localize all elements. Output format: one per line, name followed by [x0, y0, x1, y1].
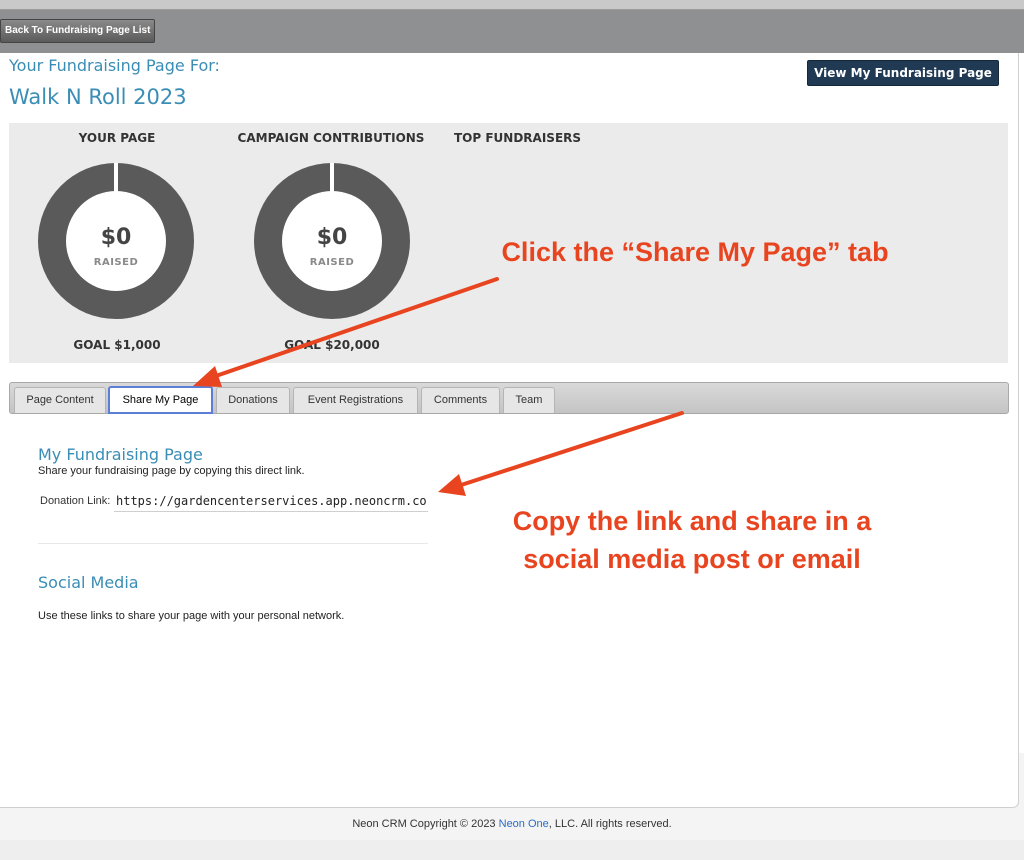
top-fundraisers-heading: TOP FUNDRAISERS: [454, 131, 582, 145]
tab-bar: Page Content Share My Page Donations Eve…: [9, 382, 1009, 414]
campaign-title: Walk N Roll 2023: [9, 85, 187, 109]
your-page-amount: $0: [100, 225, 132, 250]
footer: Neon CRM Copyright © 2023 Neon One, LLC.…: [0, 818, 1024, 830]
bottom-strip: [0, 840, 1024, 860]
annotation-callout-link-line2: social media post or email: [523, 544, 861, 574]
neon-one-link[interactable]: Neon One: [499, 818, 549, 830]
donation-link-label: Donation Link:: [40, 495, 111, 507]
campaign-heading: CAMPAIGN CONTRIBUTIONS: [237, 131, 425, 145]
tab-event-registrations[interactable]: Event Registrations: [293, 387, 418, 413]
browser-strip: [0, 0, 1024, 10]
annotation-callout-tab: Click the “Share My Page” tab: [501, 237, 889, 267]
top-toolbar: Back To Fundraising Page List: [0, 0, 1024, 53]
right-edge: [1019, 53, 1024, 753]
section-divider: [38, 543, 428, 544]
footer-prefix: Neon CRM Copyright © 2023: [352, 818, 499, 830]
tab-donations[interactable]: Donations: [216, 387, 290, 413]
my-fundraising-page-title: My Fundraising Page: [38, 445, 203, 464]
social-media-title: Social Media: [38, 573, 139, 592]
tab-share-my-page[interactable]: Share My Page: [108, 386, 213, 414]
page-pre-title: Your Fundraising Page For:: [9, 56, 220, 75]
annotation-callout-link-line1: Copy the link and share in a: [512, 506, 872, 536]
donation-link-field[interactable]: [114, 490, 428, 512]
back-to-list-button[interactable]: Back To Fundraising Page List: [0, 19, 156, 43]
footer-suffix: , LLC. All rights reserved.: [548, 818, 672, 830]
campaign-donut: $0 RAISED: [254, 163, 410, 319]
main-panel: Your Fundraising Page For: Walk N Roll 2…: [0, 53, 1019, 808]
share-description: Share your fundraising page by copying t…: [38, 465, 305, 477]
tab-team[interactable]: Team: [503, 387, 555, 413]
your-page-heading: YOUR PAGE: [78, 131, 156, 145]
tab-page-content[interactable]: Page Content: [14, 387, 106, 413]
your-page-donut: $0 RAISED: [38, 163, 194, 319]
your-page-goal: GOAL $1,000: [73, 338, 161, 352]
tab-comments[interactable]: Comments: [421, 387, 500, 413]
campaign-raised-label: RAISED: [309, 257, 355, 268]
social-description: Use these links to share your page with …: [38, 610, 345, 622]
campaign-amount: $0: [316, 225, 348, 250]
view-fundraising-page-button[interactable]: View My Fundraising Page: [807, 60, 999, 86]
campaign-goal: GOAL $20,000: [284, 338, 380, 352]
your-page-raised-label: RAISED: [93, 257, 139, 268]
